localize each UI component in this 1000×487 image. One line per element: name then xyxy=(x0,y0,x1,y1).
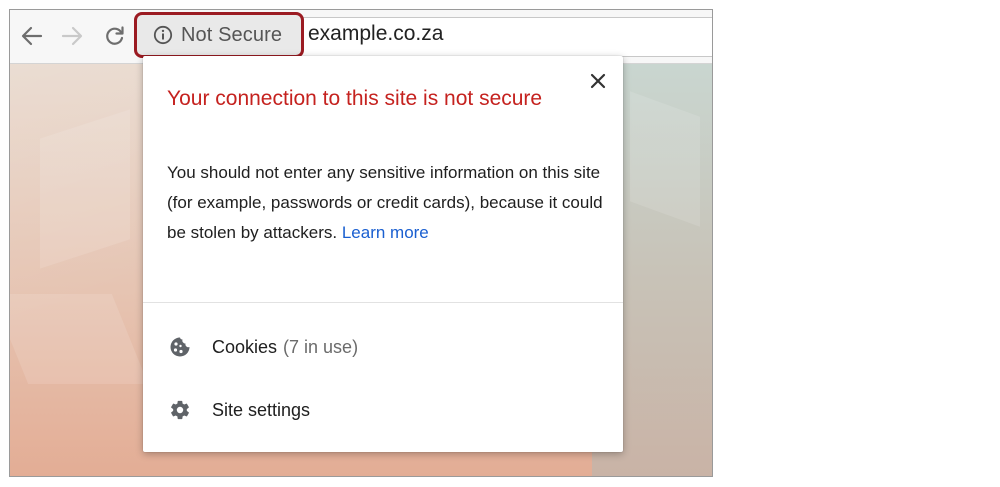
forward-arrow-icon xyxy=(61,26,83,46)
info-icon xyxy=(153,25,173,45)
cookies-count: (7 in use) xyxy=(283,336,359,357)
popup-title: Your connection to this site is not secu… xyxy=(167,87,543,110)
gear-icon xyxy=(168,398,192,422)
background-facet xyxy=(40,109,130,269)
back-button[interactable] xyxy=(19,23,45,49)
background-facet xyxy=(10,294,149,384)
divider xyxy=(143,302,623,303)
close-icon xyxy=(590,73,606,89)
reload-button[interactable] xyxy=(102,23,128,49)
popup-description: You should not enter any sensitive infor… xyxy=(167,158,607,248)
security-chip-label: Not Secure xyxy=(181,23,283,46)
back-arrow-icon xyxy=(21,26,43,46)
cookies-row[interactable]: Cookies (7 in use) xyxy=(168,334,358,360)
cookie-icon xyxy=(168,335,192,359)
url-text[interactable]: example.co.za xyxy=(308,22,443,46)
learn-more-link[interactable]: Learn more xyxy=(342,223,429,242)
security-indicator-button[interactable]: Not Secure xyxy=(134,12,304,58)
site-settings-label: Site settings xyxy=(212,399,311,420)
close-button[interactable] xyxy=(587,70,609,92)
cookies-label: Cookies xyxy=(212,336,278,357)
site-info-popup: Your connection to this site is not secu… xyxy=(143,56,623,452)
reload-icon xyxy=(106,26,124,45)
site-settings-row[interactable]: Site settings xyxy=(168,397,310,423)
forward-button[interactable] xyxy=(59,23,85,49)
